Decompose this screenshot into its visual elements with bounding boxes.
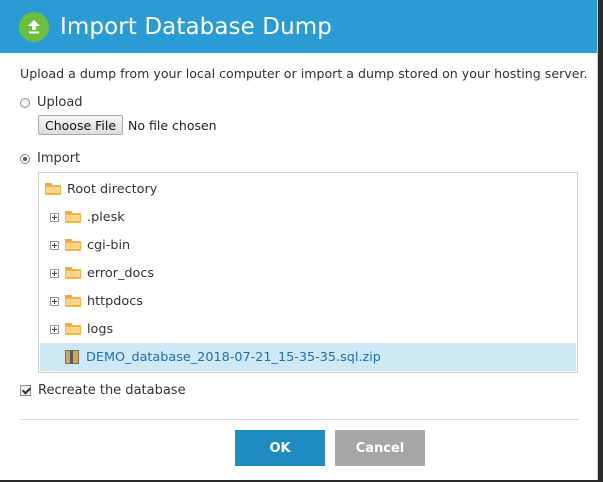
folder-icon (65, 323, 81, 335)
tree-folder-label: cgi-bin (87, 237, 131, 253)
tree-folder[interactable]: .plesk (40, 203, 576, 231)
tree-root[interactable]: Root directory (40, 175, 576, 203)
dialog-description: Upload a dump from your local computer o… (20, 66, 588, 81)
zip-file-icon (65, 350, 79, 364)
expand-icon[interactable] (50, 268, 59, 278)
file-picker: Choose File No file chosen (38, 115, 577, 135)
upload-arrow-icon (19, 11, 49, 42)
expand-icon[interactable] (50, 296, 59, 306)
recreate-checkbox[interactable] (20, 385, 32, 396)
expand-icon[interactable] (50, 324, 59, 334)
tree-folder-label: .plesk (87, 209, 125, 225)
tree-file-selected[interactable]: DEMO_database_2018-07-21_15-35-35.sql.zi… (40, 343, 576, 371)
dialog-titlebar: Import Database Dump (0, 0, 597, 53)
import-option[interactable]: Import (20, 151, 577, 166)
import-dialog: Import Database Dump Upload a dump from … (0, 0, 598, 480)
folder-icon (65, 239, 81, 251)
folder-icon (45, 183, 61, 195)
expand-icon[interactable] (50, 240, 59, 250)
upload-radio[interactable] (20, 97, 30, 108)
tree-folder-label: error_docs (87, 265, 155, 281)
choose-file-button[interactable]: Choose File (38, 115, 124, 135)
tree-file-label: DEMO_database_2018-07-21_15-35-35.sql.zi… (86, 349, 381, 365)
folder-icon (65, 211, 81, 223)
cancel-button[interactable]: Cancel (335, 430, 425, 466)
tree-folder[interactable]: error_docs (40, 259, 576, 287)
tree-folder-label: httpdocs (87, 293, 143, 309)
upload-option[interactable]: Upload (20, 95, 577, 110)
footer-divider (20, 419, 579, 420)
import-label: Import (37, 151, 81, 166)
dialog-title: Import Database Dump (60, 13, 332, 40)
tree-folder[interactable]: cgi-bin (40, 231, 576, 259)
ok-button[interactable]: OK (235, 430, 325, 466)
recreate-label: Recreate the database (38, 383, 186, 398)
tree-folder[interactable]: logs (40, 315, 576, 343)
expand-icon[interactable] (50, 212, 59, 222)
import-radio[interactable] (20, 153, 30, 164)
folder-icon (65, 267, 81, 279)
file-status-text: No file chosen (128, 117, 217, 133)
recreate-option[interactable]: Recreate the database (20, 383, 577, 398)
upload-label: Upload (37, 95, 83, 110)
dialog-content: Upload a dump from your local computer o… (0, 53, 597, 398)
tree-folder-label: logs (87, 321, 114, 337)
folder-icon (65, 295, 81, 307)
tree-root-label: Root directory (67, 181, 158, 197)
directory-tree: Root directory .plesk cgi-bin error_docs (38, 172, 578, 373)
tree-folder[interactable]: httpdocs (40, 287, 576, 315)
